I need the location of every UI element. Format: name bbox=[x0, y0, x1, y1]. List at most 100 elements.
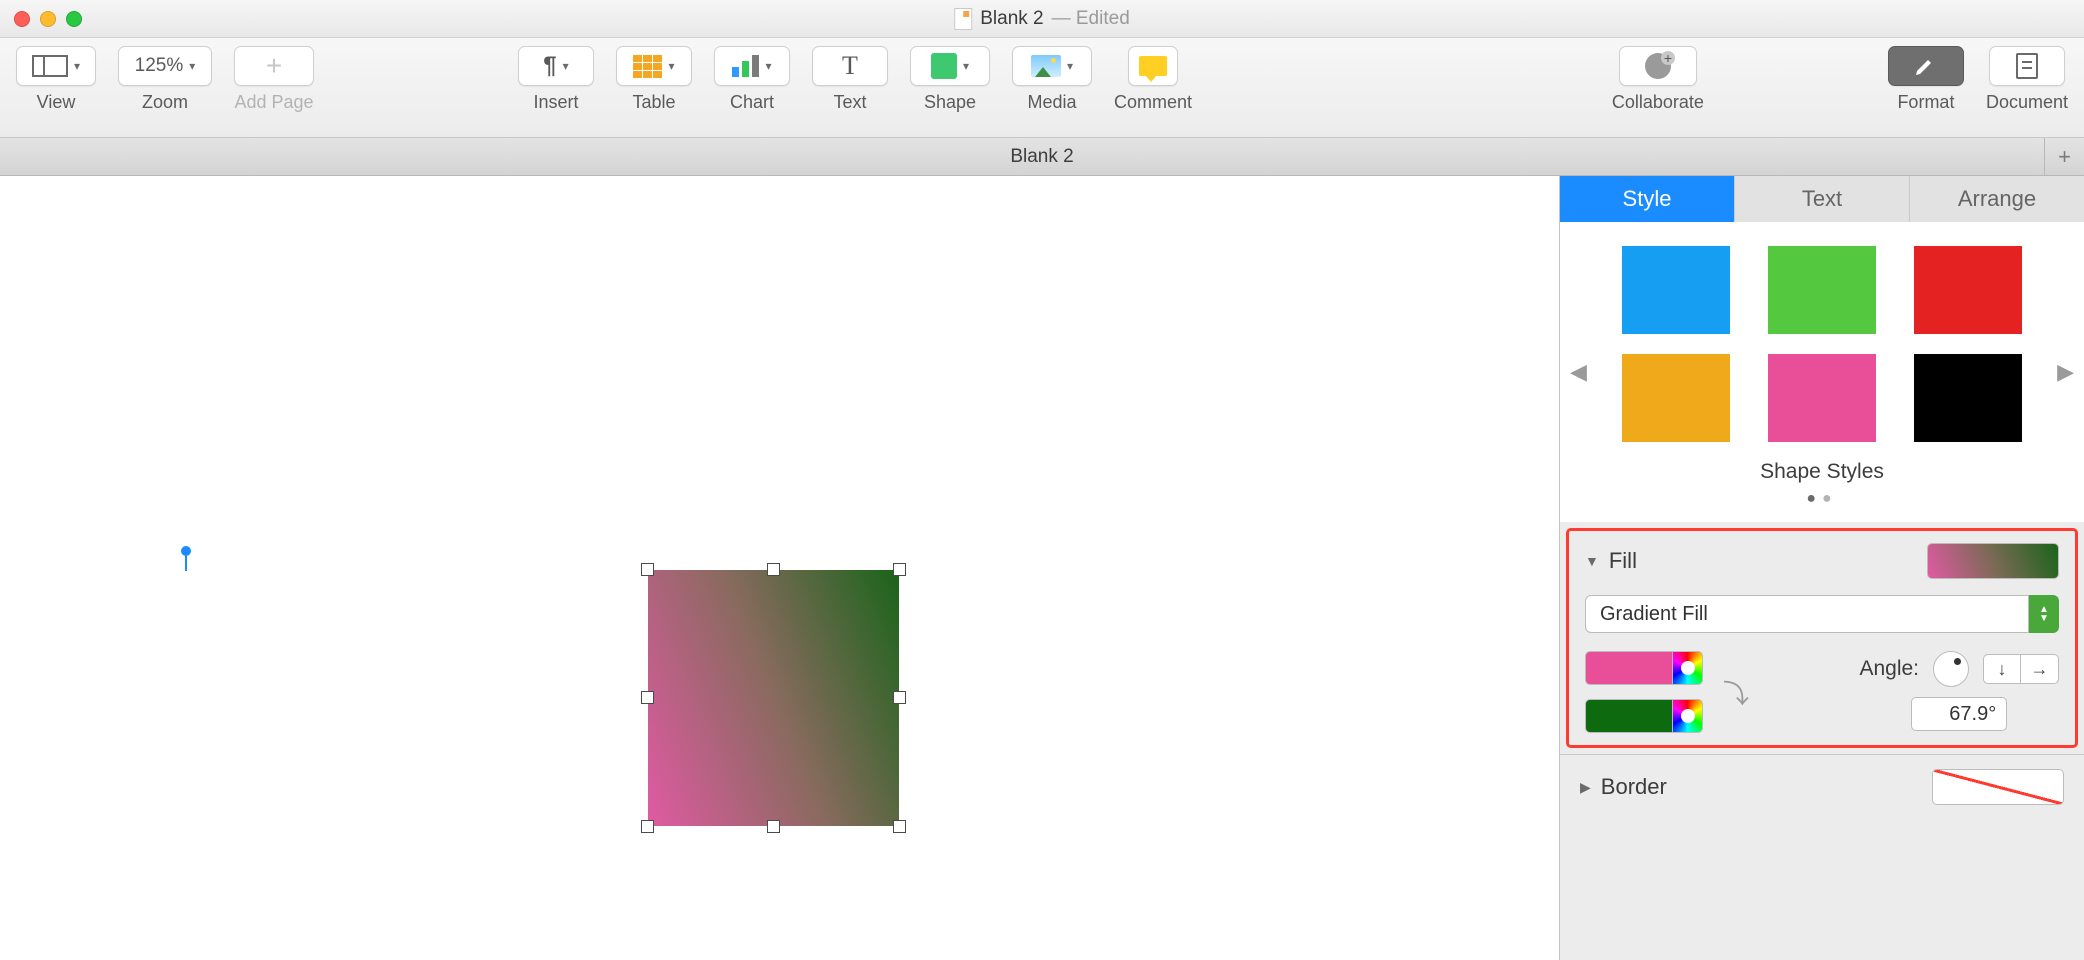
close-icon[interactable] bbox=[14, 11, 30, 27]
gradient-stop-2 bbox=[1585, 699, 1703, 733]
sidebar-tabs: Style Text Arrange bbox=[1560, 176, 2084, 222]
text-button[interactable]: T bbox=[812, 46, 888, 86]
chevron-down-icon: ▾ bbox=[74, 59, 80, 73]
resize-handle-bm[interactable] bbox=[767, 820, 780, 833]
collaborate-label: Collaborate bbox=[1612, 92, 1704, 113]
angle-right-button[interactable]: → bbox=[2021, 654, 2059, 684]
resize-handle-tl[interactable] bbox=[641, 563, 654, 576]
border-preview[interactable] bbox=[1932, 769, 2064, 805]
window-controls bbox=[14, 11, 82, 27]
styles-prev-icon[interactable]: ◀ bbox=[1570, 359, 1587, 385]
toolbar: ▾ View 125%▾ Zoom + Add Page ¶▾ Insert ▾… bbox=[0, 38, 2084, 138]
resize-handle-ml[interactable] bbox=[641, 691, 654, 704]
fill-section: ▼ Fill Gradient Fill ▲▼ bbox=[1566, 528, 2078, 748]
shape-label: Shape bbox=[924, 92, 976, 113]
minimize-icon[interactable] bbox=[40, 11, 56, 27]
zoom-button[interactable]: 125% ▾ bbox=[118, 46, 212, 86]
disclosure-triangle-icon[interactable]: ▼ bbox=[1585, 553, 1599, 569]
style-swatch-red[interactable] bbox=[1914, 246, 2022, 334]
comment-icon bbox=[1139, 56, 1167, 76]
collaborate-button[interactable] bbox=[1619, 46, 1697, 86]
shape-styles-title: Shape Styles bbox=[1580, 460, 2064, 484]
swap-stops-icon[interactable]: ⤵ bbox=[1723, 674, 1749, 711]
document-icon bbox=[954, 8, 972, 30]
format-sidebar: Style Text Arrange ◀ ▶ Shape Styles ●● ▼… bbox=[1560, 176, 2084, 960]
add-page-button[interactable]: + bbox=[234, 46, 314, 86]
style-swatch-green[interactable] bbox=[1768, 246, 1876, 334]
format-label: Format bbox=[1897, 92, 1954, 113]
comment-button[interactable] bbox=[1128, 46, 1178, 86]
document-icon bbox=[2016, 53, 2038, 79]
view-button[interactable]: ▾ bbox=[16, 46, 96, 86]
brush-icon bbox=[1913, 56, 1939, 76]
chevron-down-icon: ▾ bbox=[189, 59, 195, 73]
document-label: Document bbox=[1986, 92, 2068, 113]
chart-icon bbox=[732, 55, 759, 77]
disclosure-triangle-icon[interactable]: ▶ bbox=[1580, 779, 1591, 796]
resize-handle-br[interactable] bbox=[893, 820, 906, 833]
gradient-stop-1 bbox=[1585, 651, 1703, 685]
insert-button[interactable]: ¶▾ bbox=[518, 46, 594, 86]
chevron-down-icon: ▾ bbox=[563, 59, 569, 73]
tab-style[interactable]: Style bbox=[1560, 176, 1735, 222]
fill-preview[interactable] bbox=[1927, 543, 2059, 579]
selected-shape[interactable] bbox=[648, 570, 899, 826]
chevron-down-icon: ▾ bbox=[668, 59, 674, 73]
window-title: Blank 2 — Edited bbox=[954, 8, 1130, 30]
chart-button[interactable]: ▾ bbox=[714, 46, 790, 86]
chevron-down-icon: ▾ bbox=[765, 59, 771, 73]
styles-next-icon[interactable]: ▶ bbox=[2057, 359, 2074, 385]
doc-status: — Edited bbox=[1052, 8, 1130, 30]
fill-type-select[interactable]: Gradient Fill ▲▼ bbox=[1585, 595, 2059, 633]
tab-title[interactable]: Blank 2 bbox=[1010, 146, 1073, 168]
media-button[interactable]: ▾ bbox=[1012, 46, 1092, 86]
resize-handle-mr[interactable] bbox=[893, 691, 906, 704]
media-label: Media bbox=[1027, 92, 1076, 113]
comment-label: Comment bbox=[1114, 92, 1192, 113]
canvas[interactable] bbox=[0, 176, 1560, 960]
shape-icon bbox=[931, 53, 957, 79]
plus-icon: + bbox=[266, 50, 282, 82]
fullscreen-icon[interactable] bbox=[66, 11, 82, 27]
style-swatch-black[interactable] bbox=[1914, 354, 2022, 442]
doc-name: Blank 2 bbox=[980, 8, 1043, 30]
zoom-value: 125% bbox=[135, 55, 184, 77]
insert-label: Insert bbox=[533, 92, 578, 113]
resize-handle-tm[interactable] bbox=[767, 563, 780, 576]
style-swatch-blue[interactable] bbox=[1622, 246, 1730, 334]
titlebar: Blank 2 — Edited bbox=[0, 0, 2084, 38]
resize-handle-bl[interactable] bbox=[641, 820, 654, 833]
document-button[interactable] bbox=[1989, 46, 2065, 86]
format-button[interactable] bbox=[1888, 46, 1964, 86]
style-swatch-pink[interactable] bbox=[1768, 354, 1876, 442]
border-section: ▶ Border bbox=[1560, 754, 2084, 819]
shape-styles-panel: ◀ ▶ Shape Styles ●● bbox=[1560, 222, 2084, 522]
zoom-label: Zoom bbox=[142, 92, 188, 113]
angle-input[interactable]: 67.9° bbox=[1911, 697, 2007, 731]
text-label: Text bbox=[833, 92, 866, 113]
main-area: Style Text Arrange ◀ ▶ Shape Styles ●● ▼… bbox=[0, 176, 2084, 960]
insertion-point bbox=[181, 546, 191, 556]
stop2-color-picker-icon[interactable] bbox=[1673, 699, 1703, 733]
resize-handle-tr[interactable] bbox=[893, 563, 906, 576]
stop1-color-picker-icon[interactable] bbox=[1673, 651, 1703, 685]
tab-bar: Blank 2 + bbox=[0, 138, 2084, 176]
stepper-arrows-icon[interactable]: ▲▼ bbox=[2029, 595, 2059, 633]
stop2-color-well[interactable] bbox=[1585, 699, 1673, 733]
add-tab-button[interactable]: + bbox=[2044, 138, 2084, 176]
stop1-color-well[interactable] bbox=[1585, 651, 1673, 685]
tab-text[interactable]: Text bbox=[1735, 176, 1910, 222]
angle-knob[interactable] bbox=[1933, 651, 1969, 687]
table-button[interactable]: ▾ bbox=[616, 46, 692, 86]
style-swatch-orange[interactable] bbox=[1622, 354, 1730, 442]
tab-arrange[interactable]: Arrange bbox=[1910, 176, 2084, 222]
border-label: Border bbox=[1601, 774, 1667, 800]
chevron-down-icon: ▾ bbox=[963, 59, 969, 73]
view-label: View bbox=[37, 92, 76, 113]
table-label: Table bbox=[632, 92, 675, 113]
page-dots[interactable]: ●● bbox=[1580, 490, 2064, 508]
shape-button[interactable]: ▾ bbox=[910, 46, 990, 86]
paragraph-icon: ¶ bbox=[543, 52, 556, 80]
angle-label: Angle: bbox=[1859, 657, 1919, 681]
angle-down-button[interactable]: ↓ bbox=[1983, 654, 2021, 684]
